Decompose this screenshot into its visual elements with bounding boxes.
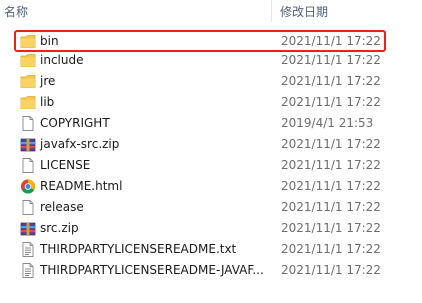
- name-column-label: 名称: [4, 5, 29, 19]
- folder-icon: [20, 96, 36, 109]
- file-date: 2021/11/1 17:22: [281, 221, 381, 235]
- file-row-lib[interactable]: lib 2021/11/1 17:22: [0, 92, 422, 113]
- document-icon: [22, 200, 34, 215]
- file-date: 2021/11/1 17:22: [281, 242, 381, 256]
- date-modified-column-header[interactable]: 修改日期: [272, 0, 422, 22]
- name-column-header[interactable]: ^ 名称: [0, 0, 272, 22]
- text-file-icon: [22, 263, 34, 278]
- file-row-src-zip[interactable]: src.zip 2021/11/1 17:22: [0, 218, 422, 239]
- file-date: 2021/11/1 17:22: [281, 53, 381, 67]
- file-date: 2021/11/1 17:22: [281, 95, 381, 109]
- document-icon: [22, 158, 34, 173]
- file-name: jre: [40, 74, 56, 88]
- document-icon: [22, 116, 34, 131]
- file-name: lib: [40, 95, 55, 109]
- file-name: src.zip: [40, 221, 79, 235]
- file-row-bin[interactable]: bin 2021/11/1 17:22: [0, 29, 422, 52]
- file-row-thirdparty-javafx[interactable]: THIRDPARTYLICENSEREADME-JAVAF... 2021/11…: [0, 260, 422, 281]
- archive-icon: [20, 222, 36, 236]
- file-name: THIRDPARTYLICENSEREADME-JAVAF...: [40, 263, 264, 277]
- file-name: COPYRIGHT: [40, 116, 110, 130]
- file-date: 2021/11/1 17:22: [281, 200, 381, 214]
- file-row-javafx-src-zip[interactable]: javafx-src.zip 2021/11/1 17:22: [0, 134, 422, 155]
- file-date: 2021/11/1 17:22: [281, 263, 381, 277]
- folder-icon: [20, 75, 36, 88]
- chrome-icon: [21, 179, 35, 194]
- file-date: 2021/11/1 17:22: [281, 179, 381, 193]
- file-date: 2021/11/1 17:22: [281, 137, 381, 151]
- file-explorer-list: ^ 名称 修改日期 bin 2021/11/1 17:22 include 20…: [0, 0, 422, 303]
- file-row-copyright[interactable]: COPYRIGHT 2019/4/1 21:53: [0, 113, 422, 134]
- file-name: README.html: [40, 179, 123, 193]
- archive-icon: [20, 138, 36, 152]
- file-row-include[interactable]: include 2021/11/1 17:22: [0, 50, 422, 71]
- sort-up-icon: ^: [135, 0, 143, 7]
- date-column-label: 修改日期: [280, 5, 329, 19]
- file-row-release[interactable]: release 2021/11/1 17:22: [0, 197, 422, 218]
- file-name: release: [40, 200, 84, 214]
- folder-icon: [20, 54, 36, 67]
- file-row-jre[interactable]: jre 2021/11/1 17:22: [0, 71, 422, 92]
- file-date: 2019/4/1 21:53: [281, 116, 374, 130]
- file-rows: bin 2021/11/1 17:22 include 2021/11/1 17…: [0, 29, 422, 281]
- file-date: 2021/11/1 17:22: [281, 34, 381, 48]
- file-date: 2021/11/1 17:22: [281, 74, 381, 88]
- file-row-license[interactable]: LICENSE 2021/11/1 17:22: [0, 155, 422, 176]
- file-name: THIRDPARTYLICENSEREADME.txt: [40, 242, 237, 256]
- file-name: javafx-src.zip: [40, 137, 120, 151]
- file-name: bin: [40, 34, 59, 48]
- text-file-icon: [22, 242, 34, 257]
- file-name: LICENSE: [40, 158, 91, 172]
- file-row-thirdparty-txt[interactable]: THIRDPARTYLICENSEREADME.txt 2021/11/1 17…: [0, 239, 422, 260]
- column-header: ^ 名称 修改日期: [0, 0, 422, 22]
- file-row-readme-html[interactable]: README.html 2021/11/1 17:22: [0, 176, 422, 197]
- file-date: 2021/11/1 17:22: [281, 158, 381, 172]
- folder-icon: [20, 35, 36, 48]
- file-name: include: [40, 53, 84, 67]
